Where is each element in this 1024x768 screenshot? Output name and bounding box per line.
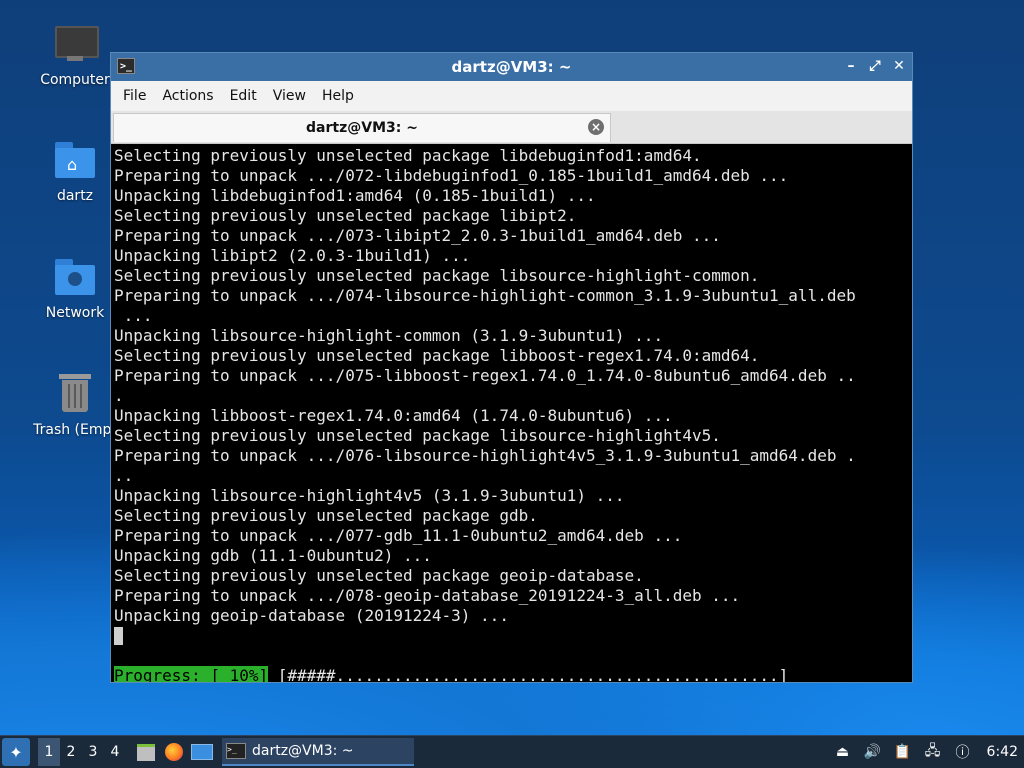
update-notifier-icon[interactable]: ⓘ xyxy=(953,742,973,762)
terminal-line: Selecting previously unselected package … xyxy=(114,346,760,365)
task-label: dartz@VM3: ~ xyxy=(252,743,354,759)
terminal-icon: >_ xyxy=(117,58,135,74)
workspace-3[interactable]: 3 xyxy=(82,744,104,760)
terminal-window[interactable]: >_ dartz@VM3: ~ – ⤢ ✕ File Actions Edit … xyxy=(110,52,913,683)
terminal-line: Unpacking libdebuginfod1:amd64 (0.185-1b… xyxy=(114,186,596,205)
terminal-line: Selecting previously unselected package … xyxy=(114,566,644,585)
terminal-line: Preparing to unpack .../076-libsource-hi… xyxy=(114,446,856,465)
menu-edit[interactable]: Edit xyxy=(222,88,265,104)
close-button[interactable]: ✕ xyxy=(892,57,906,75)
terminal-line: Selecting previously unselected package … xyxy=(114,266,760,285)
menu-view[interactable]: View xyxy=(265,88,314,104)
terminal-line: Preparing to unpack .../077-gdb_11.1-0ub… xyxy=(114,526,683,545)
volume-icon[interactable]: 🔊 xyxy=(863,742,883,762)
terminal-line: Unpacking libsource-highlight-common (3.… xyxy=(114,326,664,345)
eject-icon[interactable]: ⏏ xyxy=(833,742,853,762)
maximize-button[interactable]: ⤢ xyxy=(868,57,882,75)
terminal-line: Unpacking gdb (11.1-0ubuntu2) ... xyxy=(114,546,432,565)
terminal-line: Selecting previously unselected package … xyxy=(114,206,577,225)
terminal-line: Unpacking libsource-highlight4v5 (3.1.9-… xyxy=(114,486,625,505)
trash-icon xyxy=(53,372,97,416)
terminal-line: Preparing to unpack .../078-geoip-databa… xyxy=(114,586,741,605)
workspace-4[interactable]: 4 xyxy=(104,744,126,760)
workspace-1[interactable]: 1 xyxy=(38,738,60,766)
terminal-line: Selecting previously unselected package … xyxy=(114,146,702,165)
network-folder-icon xyxy=(53,255,97,299)
menu-help[interactable]: Help xyxy=(314,88,362,104)
desktop-icon xyxy=(191,744,213,760)
file-manager-launcher[interactable] xyxy=(134,740,158,764)
start-menu-button[interactable]: ✦ xyxy=(2,738,30,766)
computer-icon xyxy=(53,22,99,66)
tab-terminal[interactable]: dartz@VM3: ~ × xyxy=(113,113,611,142)
clipboard-icon[interactable]: 📋 xyxy=(893,742,913,762)
progress-line: Progress: [ 10%] [#####.................… xyxy=(114,666,909,682)
window-title: dartz@VM3: ~ xyxy=(451,58,572,76)
workspace-2[interactable]: 2 xyxy=(60,744,82,760)
terminal-line: Unpacking libipt2 (2.0.3-1build1) ... xyxy=(114,246,471,265)
minimize-button[interactable]: – xyxy=(844,57,858,75)
progress-bar: [#####..................................… xyxy=(268,666,789,682)
terminal-line: .. xyxy=(114,466,134,485)
show-desktop-button[interactable] xyxy=(190,740,214,764)
home-folder-icon: ⌂ xyxy=(53,138,97,182)
terminal-line: Preparing to unpack .../073-libipt2_2.0.… xyxy=(114,226,721,245)
menu-bar: File Actions Edit View Help xyxy=(111,81,912,111)
tab-label: dartz@VM3: ~ xyxy=(306,120,418,136)
terminal-line: ... xyxy=(114,306,153,325)
window-titlebar[interactable]: >_ dartz@VM3: ~ – ⤢ ✕ xyxy=(111,53,912,81)
tab-bar: dartz@VM3: ~ × xyxy=(111,111,912,144)
firefox-launcher[interactable] xyxy=(162,740,186,764)
terminal-icon: >_ xyxy=(226,743,246,759)
terminal-line: Preparing to unpack .../074-libsource-hi… xyxy=(114,286,856,305)
network-icon[interactable]: 🖧 xyxy=(923,742,943,762)
tab-close-icon[interactable]: × xyxy=(588,119,604,135)
terminal-output[interactable]: Selecting previously unselected package … xyxy=(111,144,912,682)
terminal-line: Preparing to unpack .../072-libdebuginfo… xyxy=(114,166,789,185)
firefox-icon xyxy=(165,743,183,761)
taskbar-terminal-task[interactable]: >_ dartz@VM3: ~ xyxy=(222,738,414,766)
terminal-cursor-line xyxy=(114,626,909,646)
lubuntu-logo-icon: ✦ xyxy=(9,742,23,762)
menu-actions[interactable]: Actions xyxy=(154,88,221,104)
clock[interactable]: 6:42 xyxy=(987,744,1018,760)
terminal-line: . xyxy=(114,386,124,405)
text-cursor xyxy=(114,627,123,645)
taskbar: ✦ 1 2 3 4 >_ dartz@VM3: ~ ⏏ 🔊 📋 🖧 ⓘ 6:42 xyxy=(0,735,1024,768)
terminal-line: Selecting previously unselected package … xyxy=(114,426,721,445)
terminal-line: Preparing to unpack .../075-libboost-reg… xyxy=(114,366,856,385)
terminal-line: Unpacking libboost-regex1.74.0:amd64 (1.… xyxy=(114,406,673,425)
file-manager-icon xyxy=(137,743,155,761)
progress-label: Progress: [ 10%] xyxy=(114,666,269,682)
terminal-line: Unpacking geoip-database (20191224-3) ..… xyxy=(114,606,509,625)
menu-file[interactable]: File xyxy=(115,88,154,104)
terminal-line: Selecting previously unselected package … xyxy=(114,506,538,525)
